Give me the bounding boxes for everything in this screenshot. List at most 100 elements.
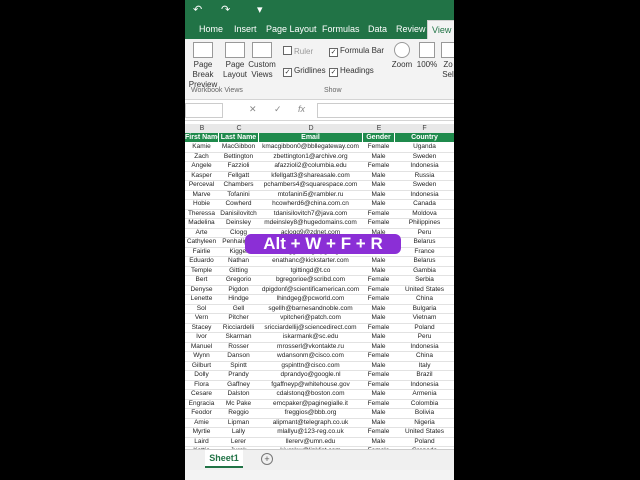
cell-country[interactable]: United States <box>395 427 454 437</box>
cell-first-name[interactable]: Dolly <box>185 370 218 380</box>
column-header-e[interactable]: E <box>363 124 395 133</box>
cell-last-name[interactable]: Danson <box>219 351 258 361</box>
cell-gender[interactable]: Female <box>363 427 394 437</box>
header-first-name[interactable]: First Name <box>185 133 219 142</box>
cell-first-name[interactable]: Stacey <box>185 323 218 333</box>
cell-gender[interactable]: Male <box>363 199 394 209</box>
cell-first-name[interactable]: Arte <box>185 228 218 238</box>
tab-data[interactable]: Data <box>368 20 387 39</box>
cell-country[interactable]: Canada <box>395 199 454 209</box>
cell-first-name[interactable]: Fairlie <box>185 247 218 257</box>
cell-country[interactable]: Indonesia <box>395 342 454 352</box>
cell-first-name[interactable]: Gilburt <box>185 361 218 371</box>
cell-email[interactable]: llererv@umn.edu <box>259 437 362 447</box>
cell-email[interactable]: mlallyu@123-reg.co.uk <box>259 427 362 437</box>
cell-last-name[interactable]: Deinsley <box>219 218 258 228</box>
cell-gender[interactable]: Male <box>363 332 394 342</box>
cell-first-name[interactable]: Cesare <box>185 389 218 399</box>
cell-first-name[interactable]: Amie <box>185 418 218 428</box>
cell-last-name[interactable]: Gitting <box>219 266 258 276</box>
cell-email[interactable]: zbettington1@archive.org <box>259 152 362 162</box>
tab-view[interactable]: View <box>427 20 454 40</box>
cell-first-name[interactable]: Temple <box>185 266 218 276</box>
cell-first-name[interactable]: Myrtie <box>185 427 218 437</box>
cell-country[interactable]: Bolivia <box>395 408 454 418</box>
cell-email[interactable]: tgittingd@t.co <box>259 266 362 276</box>
cell-last-name[interactable]: Skarman <box>219 332 258 342</box>
cell-email[interactable]: afazzioli2@columbia.edu <box>259 161 362 171</box>
cell-first-name[interactable]: Vern <box>185 313 218 323</box>
cell-last-name[interactable]: Danisilovitch <box>219 209 258 219</box>
cell-email[interactable]: freggios@bbb.org <box>259 408 362 418</box>
cell-country[interactable]: Bulgaria <box>395 304 454 314</box>
custom-views-button[interactable]: Custom Views <box>248 42 276 80</box>
cell-country[interactable]: Belarus <box>395 237 454 247</box>
cell-first-name[interactable]: Theressa <box>185 209 218 219</box>
cell-last-name[interactable]: Prandy <box>219 370 258 380</box>
cell-last-name[interactable]: Gregorio <box>219 275 258 285</box>
cell-first-name[interactable]: Engracia <box>185 399 218 409</box>
column-header-d[interactable]: D <box>259 124 363 133</box>
cell-country[interactable]: Armenia <box>395 389 454 399</box>
cell-country[interactable]: Belarus <box>395 256 454 266</box>
cell-first-name[interactable]: Denyse <box>185 285 218 295</box>
cell-first-name[interactable]: Eduardo <box>185 256 218 266</box>
column-header-b[interactable]: B <box>185 124 219 133</box>
cell-email[interactable]: vpitcheri@patch.com <box>259 313 362 323</box>
tab-review[interactable]: Review <box>396 20 426 39</box>
cell-email[interactable]: enathanc@kickstarter.com <box>259 256 362 266</box>
cell-gender[interactable]: Male <box>363 408 394 418</box>
cell-first-name[interactable]: Flora <box>185 380 218 390</box>
cell-first-name[interactable]: Wynn <box>185 351 218 361</box>
cell-gender[interactable]: Male <box>363 342 394 352</box>
cell-first-name[interactable]: Kamie <box>185 142 218 152</box>
cell-last-name[interactable]: Spintt <box>219 361 258 371</box>
cell-last-name[interactable]: Gaffney <box>219 380 258 390</box>
cell-country[interactable]: Nigeria <box>395 418 454 428</box>
cell-email[interactable]: bgregorioe@scribd.com <box>259 275 362 285</box>
cell-email[interactable]: gspinttn@cisco.com <box>259 361 362 371</box>
cell-country[interactable]: Gambia <box>395 266 454 276</box>
name-box[interactable] <box>185 103 223 118</box>
cell-last-name[interactable]: Dalston <box>219 389 258 399</box>
sheet-tab-sheet1[interactable]: Sheet1 <box>205 450 243 468</box>
cell-gender[interactable]: Male <box>363 190 394 200</box>
cell-first-name[interactable]: Feodor <box>185 408 218 418</box>
zoom-100-button[interactable]: 100% <box>416 42 438 70</box>
cancel-icon[interactable]: ✕ <box>249 104 257 115</box>
cell-gender[interactable]: Male <box>363 313 394 323</box>
cell-last-name[interactable]: Pigdon <box>219 285 258 295</box>
cell-country[interactable]: Indonesia <box>395 161 454 171</box>
page-break-preview-button[interactable]: Page Break Preview <box>185 42 221 90</box>
cell-last-name[interactable]: Nathan <box>219 256 258 266</box>
cell-gender[interactable]: Female <box>363 370 394 380</box>
cell-country[interactable]: Uganda <box>395 142 454 152</box>
cell-first-name[interactable]: Perceval <box>185 180 218 190</box>
cell-country[interactable]: Moldova <box>395 209 454 219</box>
cell-country[interactable]: Indonesia <box>395 380 454 390</box>
gridlines-checkbox[interactable]: ✓ Gridlines <box>283 66 326 77</box>
cell-last-name[interactable]: Lerer <box>219 437 258 447</box>
cell-email[interactable]: sgellh@barnesandnoble.com <box>259 304 362 314</box>
cell-last-name[interactable]: Bettington <box>219 152 258 162</box>
cell-email[interactable]: tdanisilovitch7@java.com <box>259 209 362 219</box>
cell-gender[interactable]: Female <box>363 275 394 285</box>
cell-email[interactable]: wdansonm@cisco.com <box>259 351 362 361</box>
cell-gender[interactable]: Female <box>363 218 394 228</box>
cell-email[interactable]: mtofanini5@rambler.ru <box>259 190 362 200</box>
insert-function-icon[interactable]: fx <box>298 104 305 114</box>
cell-gender[interactable]: Male <box>363 389 394 399</box>
tab-insert[interactable]: Insert <box>234 20 257 39</box>
page-layout-button[interactable]: Page Layout <box>223 42 247 80</box>
cell-last-name[interactable]: Fellgatt <box>219 171 258 181</box>
undo-icon[interactable]: ↶ <box>193 3 202 16</box>
header-last-name[interactable]: Last Name <box>219 133 259 142</box>
cell-gender[interactable]: Male <box>363 418 394 428</box>
cell-gender[interactable]: Female <box>363 380 394 390</box>
cell-gender[interactable]: Female <box>363 142 394 152</box>
cell-first-name[interactable]: Zach <box>185 152 218 162</box>
cell-country[interactable]: Peru <box>395 332 454 342</box>
cell-gender[interactable]: Female <box>363 161 394 171</box>
column-header-f[interactable]: F <box>395 124 454 133</box>
cell-country[interactable]: China <box>395 294 454 304</box>
